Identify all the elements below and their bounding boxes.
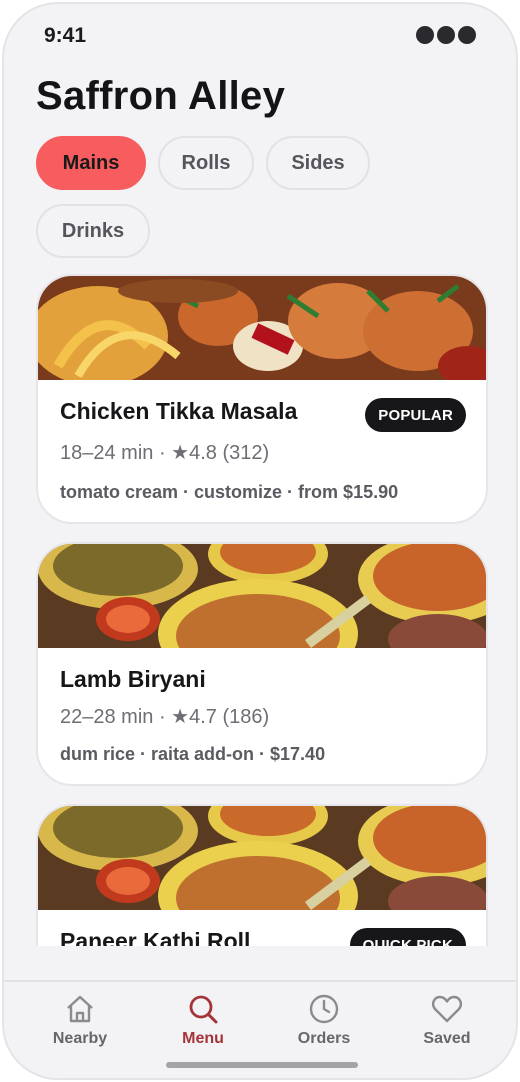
category-chip-rolls[interactable]: Rolls [158,136,254,190]
tab-orders[interactable]: Orders [274,992,374,1054]
scroll-clip [4,946,516,982]
clock-icon [309,994,339,1024]
menu-item-meta: 22–28 min · ★4.7 (186) [60,706,270,728]
menu-item-description: dum rice · raita add-on · $17.40 [60,744,326,764]
category-chip-drinks[interactable]: Drinks [36,204,150,258]
food-photo [38,276,486,380]
tab-menu[interactable]: Menu [153,992,253,1054]
food-photo [38,806,486,910]
menu-item-meta: 18–24 min · ★4.8 (312) [60,442,270,464]
bottom-tab-bar: Nearby Menu Orders Saved [4,980,516,1078]
status-bar: 9:41 [4,4,516,64]
home-icon [67,995,93,1023]
menu-item-card[interactable]: Lamb Biryani 22–28 min · ★4.7 (186) dum … [36,542,488,786]
phone-frame: 9:41 Saffron Alley Mains Rolls Sides Dri… [2,2,518,1080]
tab-nearby[interactable]: Nearby [30,992,130,1054]
heart-icon [432,995,462,1023]
food-photo [38,544,486,648]
home-indicator[interactable] [166,1062,358,1068]
tab-label: Orders [297,1030,351,1047]
menu-item-name: Lamb Biryani [60,666,206,692]
tab-label: Nearby [52,1030,108,1047]
popular-badge: POPULAR [365,398,466,432]
tab-label: Menu [182,1030,224,1047]
status-indicator-icon [416,26,476,44]
page-title: Saffron Alley [36,74,286,118]
tab-label: Saved [423,1030,471,1047]
menu-item-name: Chicken Tikka Masala [60,398,298,424]
menu-item-description: tomato cream · customize · from $15.90 [60,482,399,502]
category-chip-sides[interactable]: Sides [266,136,370,190]
status-time: 9:41 [44,24,87,47]
category-chip-mains[interactable]: Mains [36,136,146,190]
tab-saved[interactable]: Saved [397,992,497,1054]
menu-item-card[interactable]: Chicken Tikka Masala POPULAR 18–24 min ·… [36,274,488,524]
search-icon [189,995,218,1024]
